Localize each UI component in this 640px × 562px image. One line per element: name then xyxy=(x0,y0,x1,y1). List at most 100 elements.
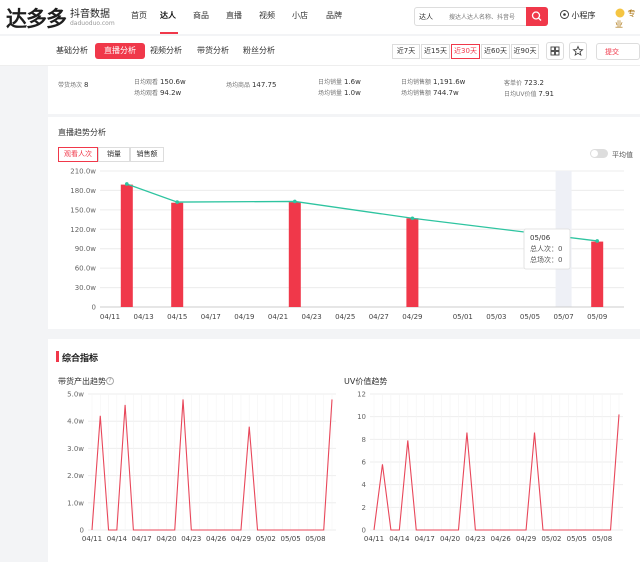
trend-x-tick: 04/23 xyxy=(302,313,322,321)
output-chart-x-tick: 05/08 xyxy=(305,535,325,543)
pro-badge[interactable]: 专业 xyxy=(615,8,640,30)
search-icon xyxy=(531,11,542,21)
output-chart-y-tick: 1.0w xyxy=(67,499,84,507)
grid-icon xyxy=(550,46,560,56)
mini-program-icon xyxy=(560,10,569,19)
trend-y-tick: 180.0w xyxy=(70,187,96,195)
search-type-select[interactable]: 达人 xyxy=(419,12,433,22)
crown-icon xyxy=(615,8,625,18)
uv-chart-x-tick: 04/17 xyxy=(415,535,435,543)
tab-fans-analysis[interactable]: 粉丝分析 xyxy=(243,45,275,56)
nav-influencer[interactable]: 达人 xyxy=(160,10,176,21)
submit-button[interactable]: 提交 xyxy=(596,43,640,60)
trend-x-tick: 04/25 xyxy=(335,313,355,321)
trend-chart: 0 30.0w 60.0w 90.0w 120.0w 150.0w 180.0w 210.0w… xyxy=(70,168,624,321)
logo[interactable]: 达多多 xyxy=(6,3,67,33)
nav-store[interactable]: 小店 xyxy=(292,10,308,21)
trend-y-tick: 210.0w xyxy=(70,168,96,176)
uv-chart-x-tick: 04/20 xyxy=(440,535,460,543)
stat-uv-value: 日均UV价值 7.91 xyxy=(504,90,555,98)
output-chart-x-tick: 04/17 xyxy=(132,535,152,543)
uv-chart-x-tick: 04/14 xyxy=(389,535,410,543)
output-chart-y-tick: 5.0w xyxy=(67,391,84,399)
output-chart-y-tick: 2.0w xyxy=(67,472,84,480)
analysis-tabs-bar: 基础分析 直播分析 视频分析 带货分析 粉丝分析 近7天 近15天 近30天 近… xyxy=(0,36,640,66)
nav-live[interactable]: 直播 xyxy=(226,10,242,21)
output-chart-x-tick: 04/29 xyxy=(231,535,251,543)
nav-active-indicator xyxy=(160,32,178,34)
tab-video-analysis[interactable]: 视频分析 xyxy=(150,45,182,56)
output-chart-x-tick: 04/26 xyxy=(206,535,227,543)
output-chart-x-tick: 04/11 xyxy=(82,535,102,543)
nav-products[interactable]: 商品 xyxy=(193,10,209,21)
range-30d[interactable]: 近30天 xyxy=(451,44,480,59)
trend-x-tick: 04/11 xyxy=(100,313,120,321)
tab-sales-analysis[interactable]: 带货分析 xyxy=(197,45,229,56)
uv-chart-x-tick: 04/11 xyxy=(364,535,384,543)
uv-chart-line xyxy=(373,414,620,531)
output-chart-x-tick: 04/20 xyxy=(156,535,176,543)
trend-x-tick: 05/07 xyxy=(554,313,574,321)
trend-bar xyxy=(171,202,184,307)
nav-home[interactable]: 首页 xyxy=(131,10,147,21)
tab-live-analysis[interactable]: 直播分析 xyxy=(95,43,145,59)
uv-chart-x-tick: 04/23 xyxy=(465,535,485,543)
uv-chart-y-tick: 8 xyxy=(362,436,366,444)
range-15d[interactable]: 近15天 xyxy=(421,44,450,59)
trend-line-point xyxy=(410,216,415,221)
trend-y-tick: 90.0w xyxy=(75,245,97,253)
nav-brand[interactable]: 品牌 xyxy=(326,10,342,21)
search-input[interactable] xyxy=(449,10,521,24)
trend-x-tick: 05/01 xyxy=(453,313,473,321)
trend-bar xyxy=(406,218,419,307)
trend-y-tick: 120.0w xyxy=(70,226,96,234)
stat-avg-views: 场均观看 94.2w xyxy=(134,89,182,97)
mini-program-label: 小程序 xyxy=(571,11,596,20)
stat-daily-revenue: 日均销售额 1,191.6w xyxy=(401,78,466,86)
uv-chart-y-tick: 10 xyxy=(357,413,366,421)
trend-y-tick: 30.0w xyxy=(75,284,97,292)
stat-sessions: 带货场次 8 xyxy=(58,81,89,89)
tab-basic[interactable]: 基础分析 xyxy=(56,45,88,56)
mini-program-link[interactable]: 小程序 xyxy=(560,10,596,21)
uv-chart-y-tick: 6 xyxy=(362,459,367,467)
favorite-button[interactable] xyxy=(569,42,587,60)
search-button[interactable] xyxy=(526,7,548,26)
composite-card: 综合指标 带货产出趋势 ? UV价值趋势 0 1.0w 2.0w 3.0w 4.0w 5.… xyxy=(48,339,640,562)
tooltip-row-2: 总场次：0 xyxy=(530,255,562,264)
output-chart-x-tick: 05/02 xyxy=(256,535,276,543)
trend-x-tick: 04/19 xyxy=(234,313,254,321)
stat-avg-revenue: 场均销售额 744.7w xyxy=(401,89,459,97)
range-7d[interactable]: 近7天 xyxy=(392,44,420,59)
stat-daily-sales: 日均销量 1.6w xyxy=(318,78,361,86)
live-trend-card: 直播趋势分析 观看人次 销量 销售额 平均值 0 30.0w 60.0w 90.0w 1… xyxy=(48,117,640,329)
output-chart-y-tick: 4.0w xyxy=(67,418,84,426)
trend-x-tick: 04/21 xyxy=(268,313,288,321)
range-60d[interactable]: 近60天 xyxy=(481,44,510,59)
nav-video[interactable]: 视频 xyxy=(259,10,275,21)
output-chart-line xyxy=(91,399,333,531)
uv-chart-x-tick: 05/08 xyxy=(592,535,612,543)
uv-chart-y-tick: 0 xyxy=(362,527,366,535)
trend-x-tick: 05/09 xyxy=(587,313,607,321)
composite-charts: 0 1.0w 2.0w 3.0w 4.0w 5.0w 04/11 04/14 04/17 04/2… xyxy=(67,391,623,543)
uv-chart-y-tick: 12 xyxy=(357,391,366,399)
uv-chart-x-tick: 04/29 xyxy=(516,535,536,543)
stat-daily-views: 日均观看 150.6w xyxy=(134,78,186,86)
trend-line-point xyxy=(125,182,129,186)
stat-avg-sales: 场均销量 1.0w xyxy=(318,89,361,97)
stat-avg-products: 场均商品 147.75 xyxy=(226,81,277,89)
tooltip-row-1: 总人次：0 xyxy=(530,244,562,253)
trend-line-point xyxy=(595,239,599,243)
tooltip-date: 05/06 xyxy=(530,234,551,242)
grid-view-button[interactable] xyxy=(546,42,564,60)
trend-x-tick: 04/13 xyxy=(134,313,154,321)
trend-bar xyxy=(288,202,301,307)
trend-x-tick: 04/15 xyxy=(167,313,187,321)
logo-url: daduoduo.com xyxy=(70,20,115,27)
trend-line-point xyxy=(175,200,179,204)
stat-unit-price: 客单价 723.2 xyxy=(504,79,544,87)
output-chart-x-tick: 05/05 xyxy=(281,535,301,543)
trend-x-tick: 04/27 xyxy=(369,313,389,321)
range-90d[interactable]: 近90天 xyxy=(511,44,539,59)
